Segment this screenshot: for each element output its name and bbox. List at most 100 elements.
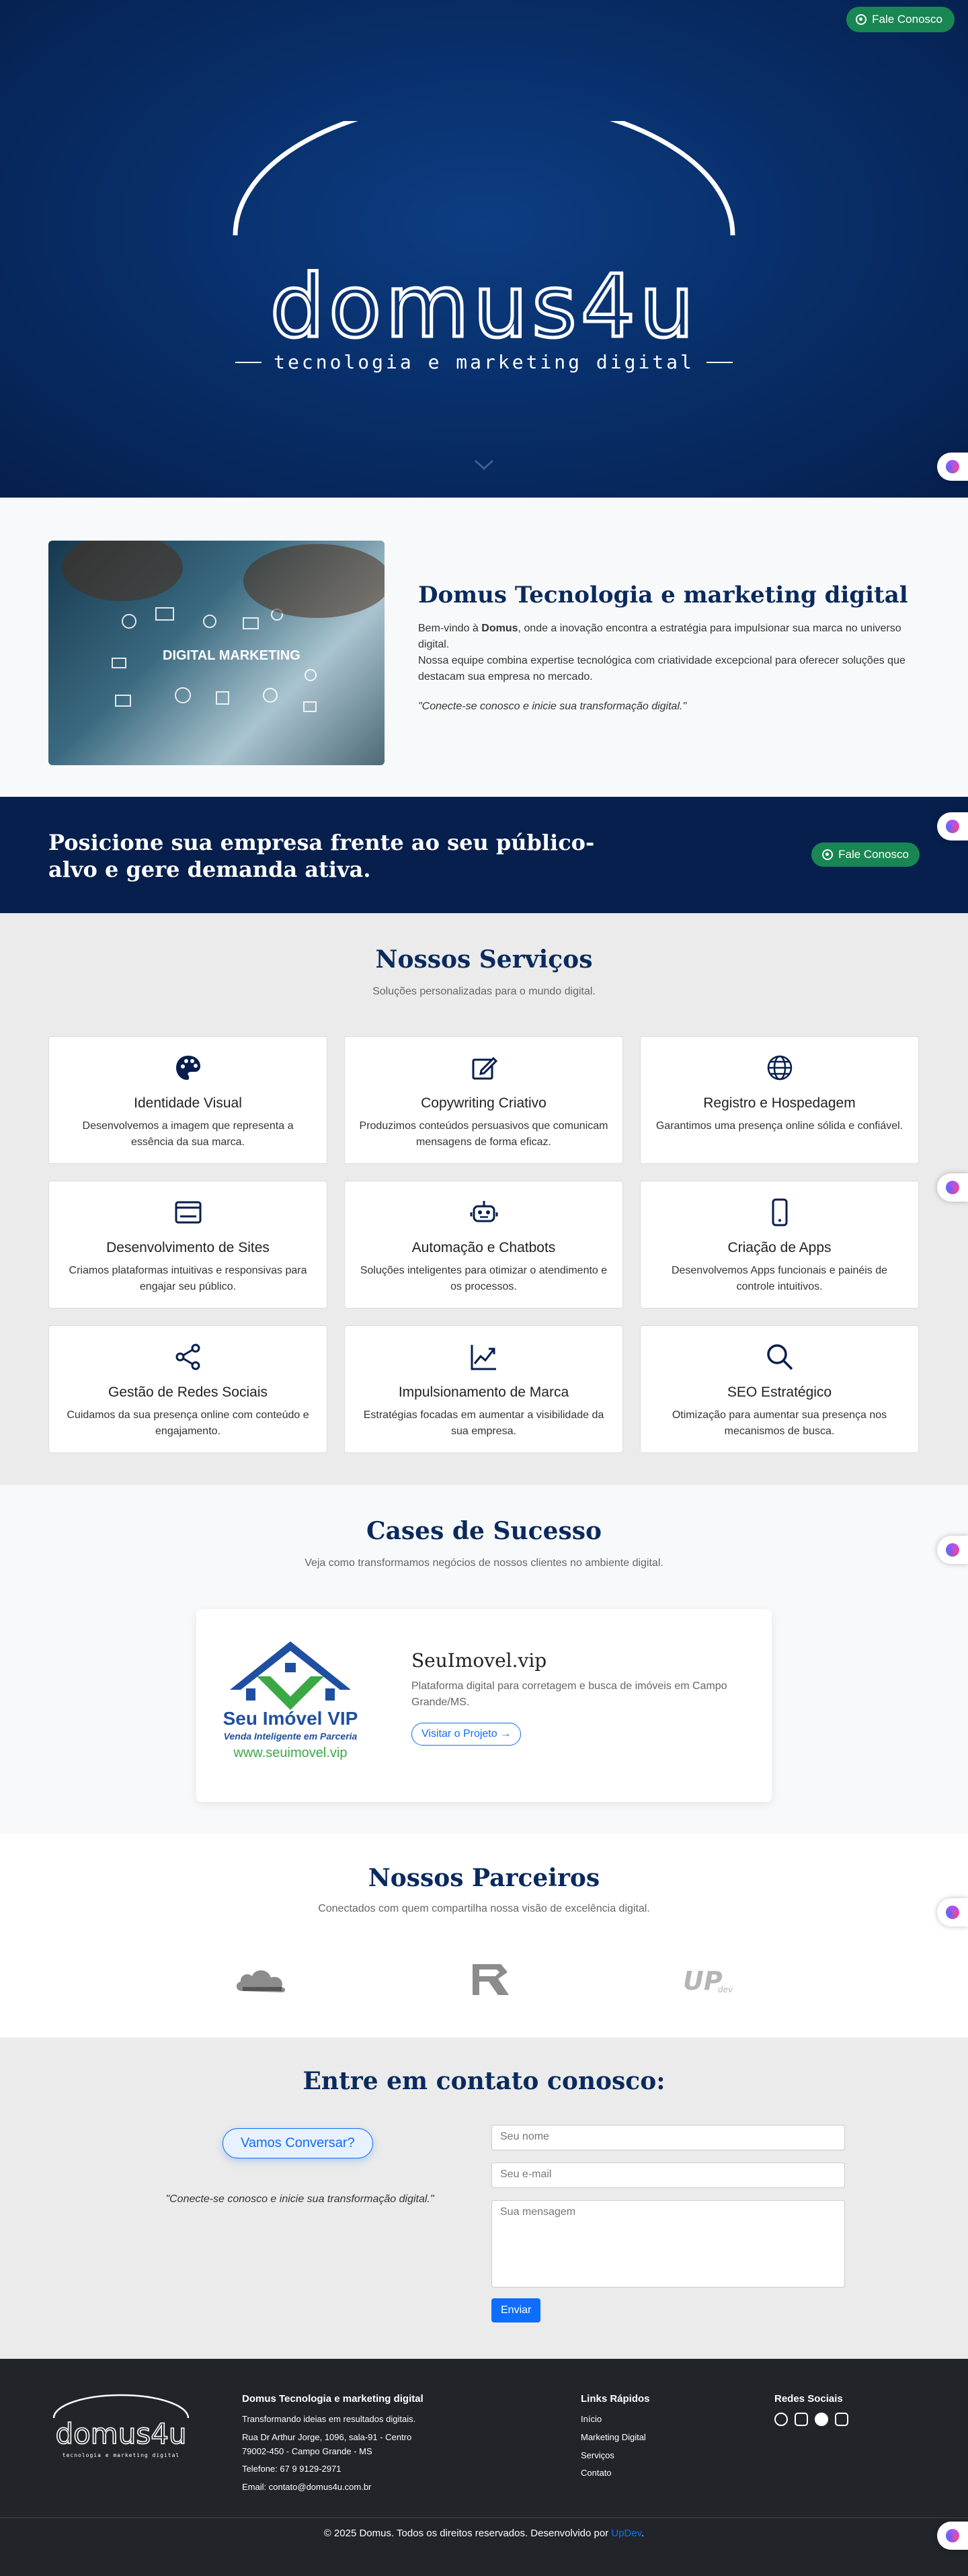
about-title: Domus Tecnologia e marketing digital <box>418 582 908 609</box>
service-title: Registro e Hospedagem <box>703 1095 856 1111</box>
footer-quick-links: Links Rápidos Início Marketing Digital S… <box>581 2391 650 2481</box>
about-paragraph-2: Nossa equipe combina expertise tecnológi… <box>418 655 905 682</box>
robot-icon <box>470 1201 497 1222</box>
submit-button[interactable]: Enviar <box>491 2298 541 2323</box>
footer-link-servicos[interactable]: Serviços <box>581 2449 650 2463</box>
svg-text:UP: UP <box>683 1966 723 1996</box>
banner-cta-label: Fale Conosco <box>838 848 909 861</box>
banner-title: Posicione sua empresa frente ao seu públ… <box>48 830 595 882</box>
service-title: SEO Estratégico <box>727 1384 832 1400</box>
whatsapp-fab-button[interactable]: Fale Conosco <box>846 7 955 32</box>
whatsapp-icon[interactable] <box>774 2413 788 2426</box>
footer-social: Redes Sociais <box>774 2391 848 2426</box>
digital-marketing-image: DIGITAL MARKETING <box>48 541 385 765</box>
cases-subtitle: Veja como transformamos negócios de noss… <box>305 1557 663 1569</box>
r-partner-logo[interactable] <box>459 1959 520 1999</box>
accessibility-widget-icon[interactable] <box>937 1898 968 1926</box>
accessibility-widget-icon[interactable] <box>937 2522 968 2550</box>
service-description: Desenvolvemos Apps funcionais e painéis … <box>671 1265 888 1292</box>
footer-phone[interactable]: Telefone: 67 9 9129-2971 <box>242 2462 424 2476</box>
service-card: Automação e Chatbots Soluções inteligent… <box>344 1181 623 1309</box>
banner-whatsapp-button[interactable]: Fale Conosco <box>811 843 920 867</box>
footer-link-inicio[interactable]: Início <box>581 2413 650 2427</box>
contact-quote: "Conecte-se conosco e inicie sua transfo… <box>165 2193 434 2205</box>
footer-links-title: Links Rápidos <box>581 2393 650 2405</box>
service-description: Soluções inteligentes para otimizar o at… <box>360 1265 608 1292</box>
services-subtitle: Soluções personalizadas para o mundo dig… <box>372 986 596 997</box>
logo-wordmark: domus4u <box>270 257 698 357</box>
service-title: Desenvolvimento de Sites <box>106 1240 270 1255</box>
cloud-partner-logo[interactable] <box>232 1959 292 1999</box>
about-section: DIGITAL MARKETING Domus Tecnologia e mar… <box>0 498 968 797</box>
search-icon <box>766 1344 793 1370</box>
svg-text:dev: dev <box>718 1985 733 1994</box>
email-field[interactable]: Seu e-mail <box>491 2162 845 2188</box>
accessibility-widget-icon[interactable] <box>937 1536 968 1564</box>
linkedin-icon[interactable] <box>835 2413 848 2426</box>
service-description: Desenvolvemos a imagem que representa a … <box>82 1120 294 1148</box>
accessibility-widget-icon[interactable] <box>937 812 968 841</box>
contact-section: Entre em contato conosco: Vamos Conversa… <box>0 2037 968 2359</box>
footer-company: Domus Tecnologia e marketing digital Tra… <box>242 2391 424 2495</box>
case-info: SeuImovel.vip Plataforma digital para co… <box>411 1649 748 1746</box>
whatsapp-icon <box>822 849 834 860</box>
pencil-square-icon <box>472 1056 497 1080</box>
hero-section: Fale Conosco domus4u tecnologia e market… <box>0 0 968 498</box>
about-paragraph-1: Bem-vindo à Domus, onde a inovação encon… <box>418 623 901 650</box>
share-icon <box>175 1343 200 1370</box>
service-description: Cuidamos da sua presença online com cont… <box>67 1409 309 1437</box>
message-field[interactable]: Sua mensagem <box>491 2200 845 2288</box>
about-quote: "Conecte-se conosco e inicie sua transfo… <box>418 701 687 712</box>
footer-link-marketing[interactable]: Marketing Digital <box>581 2431 650 2445</box>
service-card: Registro e Hospedagem Garantimos uma pre… <box>640 1036 919 1164</box>
footer-link-contato[interactable]: Contato <box>581 2466 650 2481</box>
instagram-icon[interactable] <box>795 2413 808 2426</box>
up-partner-logo[interactable]: UP dev <box>678 1959 738 1999</box>
service-card: Copywriting Criativo Produzimos conteúdo… <box>344 1036 623 1164</box>
accessibility-widget-icon[interactable] <box>937 1173 968 1202</box>
footer-copyright-bar: © 2025 Domus. Todos os direitos reservad… <box>0 2518 968 2576</box>
logo-url: www.seuimovel.vip <box>233 1746 348 1760</box>
service-description: Produzimos conteúdos persuasivos que com… <box>359 1120 608 1148</box>
cta-banner: Posicione sua empresa frente ao seu públ… <box>0 797 968 913</box>
globe-icon <box>767 1055 792 1081</box>
service-title: Copywriting Criativo <box>421 1095 547 1111</box>
service-card: Gestão de Redes Sociais Cuidamos da sua … <box>48 1325 327 1453</box>
contact-title: Entre em contato conosco: <box>302 2067 666 2095</box>
copyright-text: © 2025 Domus. Todos os direitos reservad… <box>323 2528 612 2539</box>
facebook-icon[interactable] <box>815 2413 828 2426</box>
service-title: Criação de Apps <box>727 1240 832 1255</box>
about-content: Domus Tecnologia e marketing digital Bem… <box>418 582 922 715</box>
visit-project-button[interactable]: Visitar o Projeto → <box>411 1723 522 1746</box>
footer-email[interactable]: Email: contato@domus4u.com.br <box>242 2481 424 2495</box>
domus4u-logo: domus4u <box>233 121 735 359</box>
service-title: Identidade Visual <box>134 1095 242 1111</box>
case-card: Seu Imóvel VIP Venda Inteligente em Parc… <box>196 1609 772 1802</box>
browser-window-icon <box>175 1201 201 1224</box>
service-description: Estratégias focadas em aumentar a visibi… <box>363 1409 604 1437</box>
service-title: Gestão de Redes Sociais <box>108 1384 268 1400</box>
phone-icon <box>772 1198 787 1226</box>
seuimovel-vip-logo: Seu Imóvel VIP Venda Inteligente em Parc… <box>223 1641 358 1760</box>
case-title: SeuImovel.vip <box>411 1649 547 1672</box>
service-card: SEO Estratégico Otimização para aumentar… <box>640 1325 919 1453</box>
service-card: Desenvolvimento de Sites Criamos platafo… <box>48 1181 327 1309</box>
digital-marketing-caption: DIGITAL MARKETING <box>163 648 300 663</box>
graph-up-icon <box>471 1345 496 1370</box>
partners-subtitle: Conectados com quem compartilha nossa vi… <box>318 1903 650 1914</box>
lets-talk-button[interactable]: Vamos Conversar? <box>223 2128 373 2158</box>
updev-link[interactable]: UpDev <box>611 2528 641 2539</box>
logo-name: Seu Imóvel VIP <box>223 1708 358 1729</box>
case-description: Plataforma digital para corretagem e bus… <box>411 1680 727 1708</box>
accessibility-widget-icon[interactable] <box>937 453 968 481</box>
name-field[interactable]: Seu nome <box>491 2125 845 2150</box>
footer-logo-tagline: tecnologia e marketing digital <box>63 2452 180 2458</box>
hero-tagline-text: tecnologia e marketing digital <box>274 351 694 373</box>
footer-address-1: Rua Dr Arthur Jorge, 1096, sala-91 - Cen… <box>242 2431 412 2442</box>
service-description: Otimização para aumentar sua presença no… <box>672 1409 887 1437</box>
whatsapp-fab-label: Fale Conosco <box>872 13 942 26</box>
services-grid: Identidade Visual Desenvolvemos a imagem… <box>48 1036 920 1453</box>
chevron-down-icon[interactable] <box>473 457 495 472</box>
service-title: Automação e Chatbots <box>411 1240 556 1255</box>
footer-logo[interactable]: domus4u tecnologia e marketing digital <box>47 2391 195 2465</box>
